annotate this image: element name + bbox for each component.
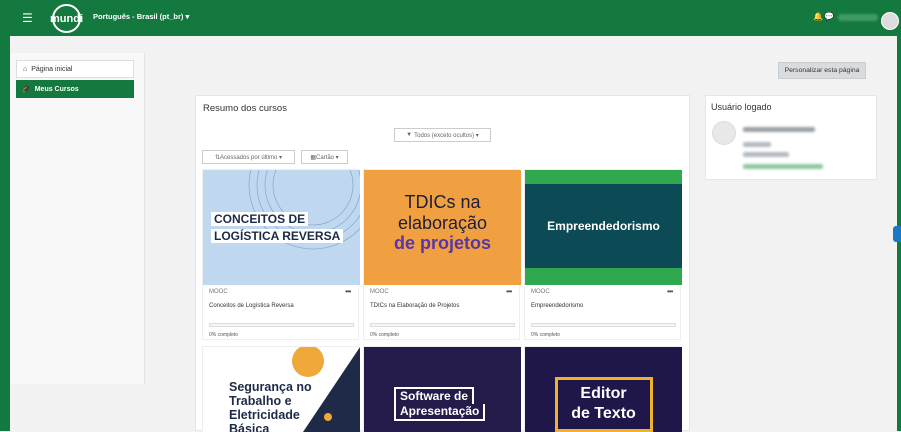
site-logo[interactable]: mundi [50, 4, 83, 33]
image-line: de projetos [393, 233, 491, 253]
progress-text: 0% completo [531, 332, 560, 338]
course-filter-dropdown[interactable]: ▼ Todos (exceto ocultos) ▾ [394, 128, 491, 142]
side-drawer-toggle[interactable] [893, 226, 901, 242]
customize-page-button[interactable]: Personalizar esta página [778, 62, 866, 79]
frame-left [0, 36, 10, 431]
filter-icon: ▼ [406, 132, 413, 138]
course-overview-title: Resumo dos cursos [203, 103, 287, 114]
course-category: MOOC [370, 289, 389, 295]
user-info-blurred [743, 142, 771, 147]
course-card[interactable]: Segurança no Trabalho e Eletricidade Bás… [202, 346, 360, 432]
image-line: de Texto [571, 405, 636, 422]
sidebar-item-label: Página inicial [31, 65, 73, 73]
view-label: Cartão ▾ [315, 154, 339, 161]
sidebar [10, 53, 145, 384]
course-category: MOOC [209, 289, 228, 295]
decorative-stripe [525, 170, 682, 184]
image-line: CONCEITOS DE [211, 212, 309, 226]
course-card[interactable]: Editor de Texto [524, 346, 682, 432]
course-image[interactable]: Segurança no Trabalho e Eletricidade Bás… [203, 347, 360, 432]
course-name[interactable]: Conceitos de Logística Reversa [209, 303, 294, 309]
image-line: Empreendedorismo [547, 219, 660, 233]
image-line: Apresentação [394, 404, 486, 421]
progress-text: 0% completo [209, 332, 238, 338]
more-options-icon[interactable]: ••• [345, 287, 351, 296]
course-card[interactable]: Software de Apresentação [363, 346, 521, 432]
course-card[interactable]: CONCEITOS DE LOGÍSTICA REVERSA MOOC ••• … [202, 169, 360, 340]
user-email-blurred[interactable] [743, 164, 823, 169]
image-line: Segurança no [229, 380, 312, 394]
view-dropdown[interactable]: ▦ Cartão ▾ [301, 150, 348, 164]
bell-icon[interactable]: 🔔 [813, 12, 823, 21]
image-line: Trabalho e [229, 394, 292, 408]
more-options-icon[interactable]: ••• [506, 287, 512, 296]
course-image[interactable]: Empreendedorismo [525, 170, 682, 285]
chat-icon[interactable]: 💬 [824, 12, 834, 21]
user-fullname-blurred[interactable] [743, 127, 815, 132]
decorative-stripe [525, 268, 682, 285]
home-icon: ⌂ [23, 65, 28, 73]
progress-text: 0% completo [370, 332, 399, 338]
logo-text: mundi [50, 12, 83, 25]
course-image[interactable]: TDICs na elaboração de projetos [364, 170, 521, 285]
sort-dropdown[interactable]: ⇅ Acessados por último ▾ [202, 150, 295, 164]
more-options-icon[interactable]: ••• [667, 287, 673, 296]
image-line: Editor [580, 385, 627, 402]
course-category: MOOC [531, 289, 550, 295]
course-image[interactable]: Editor de Texto [525, 347, 682, 432]
course-image[interactable]: CONCEITOS DE LOGÍSTICA REVERSA [203, 170, 360, 285]
courses-icon: 🎓 [22, 86, 31, 93]
image-line: TDICs na [404, 192, 481, 212]
progress-bar [531, 323, 676, 327]
language-selector[interactable]: Português - Brasil (pt_br) ▾ [93, 12, 189, 21]
course-card[interactable]: Empreendedorismo MOOC ••• Empreendedoris… [524, 169, 682, 340]
user-name-blurred[interactable] [838, 14, 878, 21]
sort-label: Acessados por último ▾ [219, 154, 283, 161]
sidebar-item-my-courses[interactable]: 🎓 Meus Cursos [16, 80, 134, 98]
decorative-circles [248, 170, 360, 250]
course-card[interactable]: TDICs na elaboração de projetos MOOC •••… [363, 169, 521, 340]
sidebar-item-label: Meus Cursos [34, 85, 79, 93]
logged-user-title: Usuário logado [711, 102, 772, 112]
hamburger-icon[interactable]: ☰ [22, 11, 33, 25]
image-line: Software de [394, 387, 475, 404]
filter-label: Todos (exceto ocultos) ▾ [414, 132, 479, 139]
course-image[interactable]: Software de Apresentação [364, 347, 521, 432]
image-line: LOGÍSTICA REVERSA [211, 229, 344, 243]
progress-bar [209, 323, 354, 327]
user-avatar[interactable] [881, 12, 899, 30]
sidebar-item-home[interactable]: ⌂ Página inicial [16, 60, 134, 78]
image-line: Eletricidade [229, 408, 300, 422]
user-info-blurred [743, 152, 789, 157]
course-name[interactable]: TDICs na Elaboração de Projetos [370, 303, 459, 309]
user-avatar[interactable] [712, 121, 736, 145]
progress-bar [370, 323, 515, 327]
image-line: elaboração [397, 213, 488, 233]
course-name[interactable]: Empreendedorismo [531, 303, 583, 309]
